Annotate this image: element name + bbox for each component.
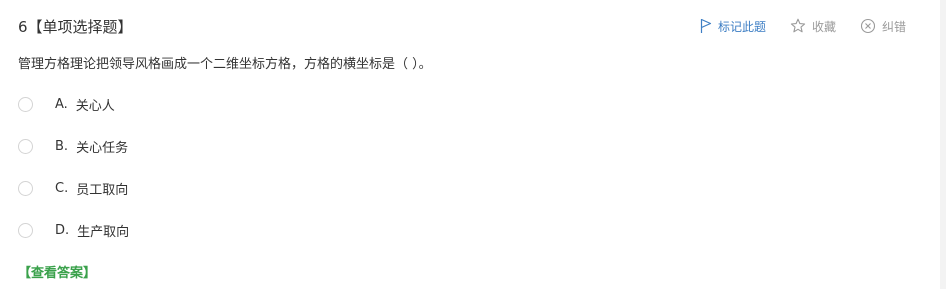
radio-button[interactable]	[18, 139, 33, 154]
option-letter: A.	[55, 97, 68, 112]
report-error-label: 纠错	[882, 19, 907, 34]
scrollbar-track[interactable]	[940, 0, 946, 289]
option-letter: B.	[55, 139, 69, 154]
circle-x-icon	[860, 18, 876, 34]
radio-button[interactable]	[18, 223, 33, 238]
option-b[interactable]: B. 关心任务	[18, 137, 128, 156]
question-toolbar: 标记此题 收藏 纠错	[700, 16, 906, 36]
radio-button[interactable]	[18, 97, 33, 112]
option-d[interactable]: D. 生产取向	[18, 221, 129, 240]
option-letter: D.	[55, 223, 70, 238]
star-icon	[790, 18, 806, 33]
flag-icon	[700, 18, 712, 33]
option-text: 员工取向	[76, 183, 129, 198]
mark-question-button[interactable]: 标记此题	[700, 16, 766, 36]
option-text: 关心人	[75, 99, 115, 114]
question-title: 6【单项选择题】	[18, 18, 133, 36]
radio-button[interactable]	[18, 181, 33, 196]
question-stem: 管理方格理论把领导风格画成一个二维坐标方格，方格的横坐标是（ ）。	[18, 57, 432, 72]
option-a[interactable]: A. 关心人	[18, 95, 115, 114]
option-text: 生产取向	[77, 225, 130, 240]
mark-question-label: 标记此题	[718, 19, 767, 34]
favorite-label: 收藏	[812, 19, 837, 34]
view-answer-link[interactable]: 【查看答案】	[18, 262, 96, 281]
report-error-button[interactable]: 纠错	[860, 16, 906, 36]
option-letter: C.	[55, 181, 69, 196]
favorite-button[interactable]: 收藏	[790, 16, 836, 36]
option-c[interactable]: C. 员工取向	[18, 179, 128, 198]
option-text: 关心任务	[76, 141, 129, 156]
